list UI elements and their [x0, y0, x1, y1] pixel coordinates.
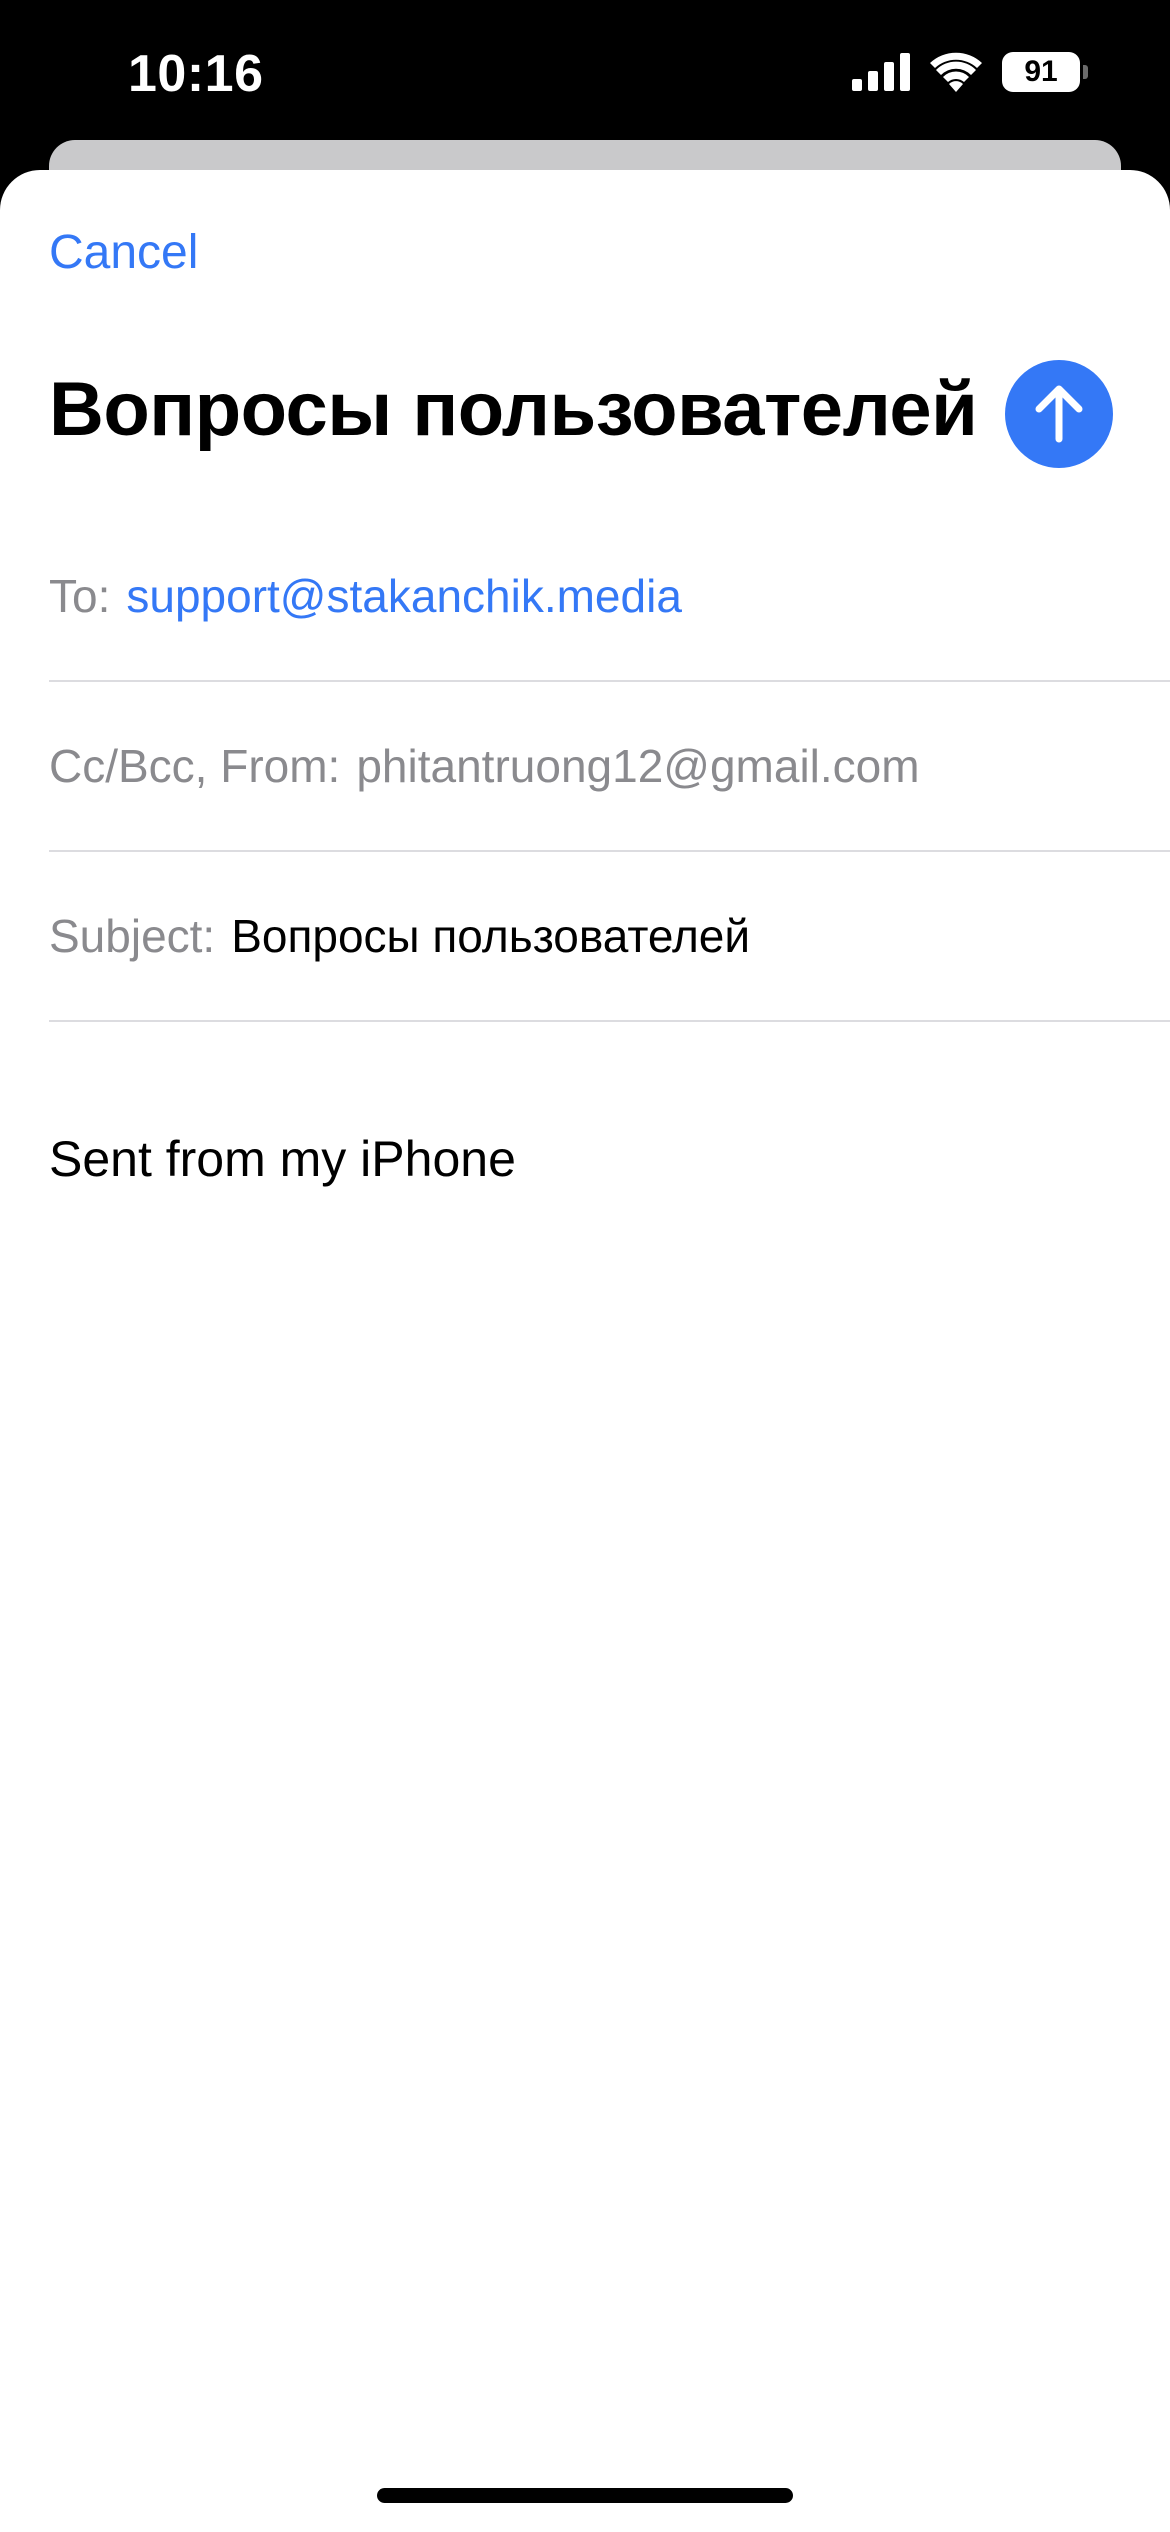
ccbcc-from-label: Cc/Bcc, From: — [49, 740, 341, 792]
subject-label: Subject: — [49, 910, 216, 962]
to-label: To: — [49, 570, 111, 622]
subject-field[interactable]: Subject: Вопросы пользователей — [49, 852, 1170, 1022]
message-body[interactable]: Sent from my iPhone — [49, 1130, 516, 1188]
subject-input[interactable]: Вопросы пользователей — [231, 909, 750, 963]
to-recipient[interactable]: support@stakanchik.media — [126, 569, 682, 623]
from-address[interactable]: phitantruong12@gmail.com — [356, 739, 919, 793]
screen: 10:16 91 Cancel Вопросы пользователей To… — [0, 0, 1170, 2532]
status-bar: 10:16 91 — [0, 0, 1170, 140]
status-icons: 91 — [852, 50, 1088, 94]
cancel-button[interactable]: Cancel — [49, 225, 198, 280]
battery-level: 91 — [1024, 55, 1058, 88]
battery-body: 91 — [1002, 52, 1080, 92]
signal-icon — [852, 53, 910, 91]
compose-title: Вопросы пользователей — [49, 367, 978, 452]
battery-cap — [1083, 65, 1088, 79]
send-button[interactable] — [1005, 360, 1113, 468]
compose-sheet: Cancel Вопросы пользователей To: support… — [0, 170, 1170, 2532]
to-field[interactable]: To: support@stakanchik.media — [49, 512, 1170, 682]
arrow-up-icon — [1031, 383, 1087, 446]
home-indicator[interactable] — [377, 2488, 793, 2503]
wifi-icon — [930, 52, 982, 92]
status-time: 10:16 — [128, 45, 264, 103]
battery-icon: 91 — [1002, 50, 1088, 94]
ccbcc-from-field[interactable]: Cc/Bcc, From: phitantruong12@gmail.com — [49, 682, 1170, 852]
